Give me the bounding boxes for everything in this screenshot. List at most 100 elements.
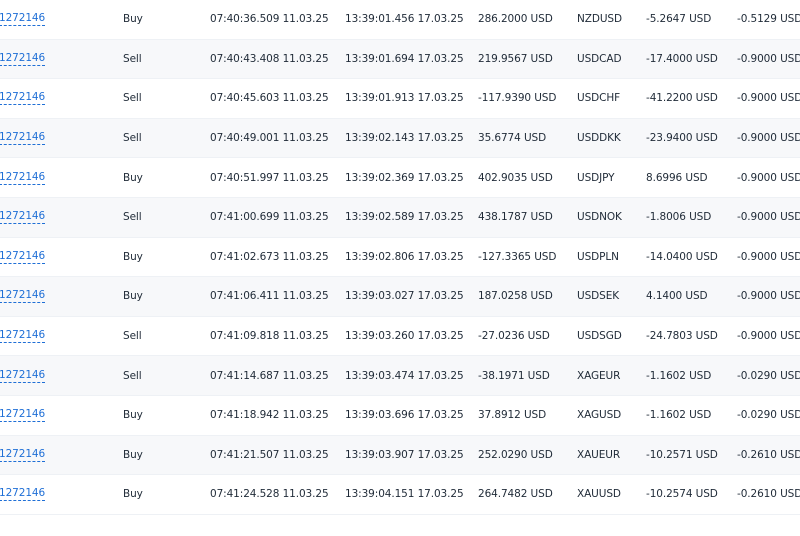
table-row: 1272146 Buy 07:40:36.509 11.03.25 13:39:… — [0, 0, 800, 40]
close-time-cell: 13:39:03.474 17.03.25 — [345, 369, 464, 382]
position-id-cell: 1272146 — [0, 475, 45, 514]
swap-cell: -41.2200 USD — [646, 92, 718, 105]
symbol-cell: XAUUSD — [577, 488, 621, 501]
open-time-cell: 07:41:02.673 11.03.25 — [210, 250, 329, 263]
commission-cell: -0.2610 USD — [737, 448, 800, 461]
close-time-cell: 13:39:03.027 17.03.25 — [345, 290, 464, 303]
trade-type-cell: Buy — [123, 488, 143, 501]
symbol-cell: USDCHF — [577, 92, 621, 105]
trade-type-cell: Sell — [123, 52, 142, 65]
position-id-link[interactable]: 1272146 — [0, 487, 45, 502]
profit-cell: 37.8912 USD — [478, 409, 547, 422]
position-id-cell: 1272146 — [0, 396, 45, 435]
open-time-cell: 07:40:45.603 11.03.25 — [210, 92, 329, 105]
symbol-cell: USDNOK — [577, 211, 622, 224]
trade-type-cell: Sell — [123, 92, 142, 105]
position-id-link[interactable]: 1272146 — [0, 369, 45, 383]
profit-cell: 438.1787 USD — [478, 211, 553, 224]
position-id-link[interactable]: 1272146 — [0, 91, 45, 106]
trade-type-cell: Buy — [123, 409, 143, 422]
profit-cell: 402.9035 USD — [478, 171, 553, 184]
symbol-cell: NZDUSD — [577, 13, 622, 26]
close-time-cell: 13:39:02.589 17.03.25 — [345, 211, 464, 224]
close-time-cell: 13:39:02.143 17.03.25 — [345, 132, 464, 145]
profit-cell: -117.9390 USD — [478, 92, 557, 105]
table-row: 1272146 Buy 07:41:02.673 11.03.25 13:39:… — [0, 238, 800, 278]
symbol-cell: USDJPY — [577, 171, 615, 184]
profit-cell: 219.9567 USD — [478, 52, 553, 65]
close-time-cell: 13:39:02.369 17.03.25 — [345, 171, 464, 184]
position-id-link[interactable]: 1272146 — [0, 329, 45, 344]
swap-cell: -5.2647 USD — [646, 13, 712, 26]
commission-cell: -0.9000 USD — [737, 250, 800, 263]
open-time-cell: 07:41:21.507 11.03.25 — [210, 448, 329, 461]
close-time-cell: 13:39:03.907 17.03.25 — [345, 448, 464, 461]
commission-cell: -0.9000 USD — [737, 92, 800, 105]
table-body: 1272146 Buy 07:40:36.509 11.03.25 13:39:… — [0, 0, 800, 515]
trade-type-cell: Buy — [123, 448, 143, 461]
open-time-cell: 07:40:43.408 11.03.25 — [210, 52, 329, 65]
trade-type-cell: Sell — [123, 211, 142, 224]
open-time-cell: 07:41:06.411 11.03.25 — [210, 290, 329, 303]
table-row: 1272146 Sell 07:40:49.001 11.03.25 13:39… — [0, 118, 800, 159]
table-row: 1272146 Sell 07:41:09.818 11.03.25 13:39… — [0, 317, 800, 357]
trade-type-cell: Buy — [123, 171, 143, 184]
position-id-link[interactable]: 1272146 — [0, 171, 45, 185]
close-time-cell: 13:39:03.696 17.03.25 — [345, 409, 464, 422]
position-id-cell: 1272146 — [0, 238, 45, 277]
trade-type-cell: Sell — [123, 330, 142, 343]
swap-cell: -14.0400 USD — [646, 250, 718, 263]
table-row: 1272146 Sell 07:41:14.687 11.03.25 13:39… — [0, 356, 800, 396]
open-time-cell: 07:41:09.818 11.03.25 — [210, 330, 329, 343]
close-time-cell: 13:39:04.151 17.03.25 — [345, 488, 464, 501]
commission-cell: -0.9000 USD — [737, 171, 800, 184]
symbol-cell: XAGUSD — [577, 409, 622, 422]
commission-cell: -0.0290 USD — [737, 409, 800, 422]
profit-cell: -38.1971 USD — [478, 369, 550, 382]
swap-cell: -17.4000 USD — [646, 52, 718, 65]
profit-cell: 187.0258 USD — [478, 290, 553, 303]
symbol-cell: XAUEUR — [577, 448, 621, 461]
position-id-cell: 1272146 — [0, 277, 45, 316]
swap-cell: -1.8006 USD — [646, 211, 712, 224]
position-id-link[interactable]: 1272146 — [0, 289, 45, 304]
position-id-link[interactable]: 1272146 — [0, 131, 45, 146]
position-id-link[interactable]: 1272146 — [0, 52, 45, 66]
commission-cell: -0.2610 USD — [737, 488, 800, 501]
table-row: 1272146 Sell 07:41:00.699 11.03.25 13:39… — [0, 197, 800, 238]
swap-cell: 8.6996 USD — [646, 171, 708, 184]
position-id-link[interactable]: 1272146 — [0, 250, 45, 264]
swap-cell: -1.1602 USD — [646, 409, 712, 422]
table-row: 1272146 Buy 07:41:21.507 11.03.25 13:39:… — [0, 435, 800, 476]
open-time-cell: 07:41:18.942 11.03.25 — [210, 409, 329, 422]
position-id-link[interactable]: 1272146 — [0, 210, 45, 225]
commission-cell: -0.9000 USD — [737, 132, 800, 145]
position-id-cell: 1272146 — [0, 436, 45, 475]
position-id-cell: 1272146 — [0, 40, 45, 79]
trade-type-cell: Buy — [123, 13, 143, 26]
symbol-cell: USDPLN — [577, 250, 619, 263]
swap-cell: 4.1400 USD — [646, 290, 708, 303]
swap-cell: -24.7803 USD — [646, 330, 718, 343]
symbol-cell: USDSEK — [577, 290, 620, 303]
commission-cell: -0.0290 USD — [737, 369, 800, 382]
table-row: 1272146 Buy 07:41:06.411 11.03.25 13:39:… — [0, 277, 800, 317]
close-time-cell: 13:39:01.456 17.03.25 — [345, 13, 464, 26]
position-id-cell: 1272146 — [0, 158, 45, 197]
profit-cell: 286.2000 USD — [478, 13, 553, 26]
position-id-link[interactable]: 1272146 — [0, 408, 45, 423]
close-time-cell: 13:39:01.913 17.03.25 — [345, 92, 464, 105]
table-row: 1272146 Buy 07:40:51.997 11.03.25 13:39:… — [0, 158, 800, 198]
swap-cell: -1.1602 USD — [646, 369, 712, 382]
position-id-link[interactable]: 1272146 — [0, 448, 45, 462]
open-time-cell: 07:41:00.699 11.03.25 — [210, 211, 329, 224]
commission-cell: -0.9000 USD — [737, 211, 800, 224]
position-id-cell: 1272146 — [0, 119, 45, 158]
position-id-cell: 1272146 — [0, 198, 45, 237]
position-id-link[interactable]: 1272146 — [0, 12, 45, 27]
close-time-cell: 13:39:03.260 17.03.25 — [345, 330, 464, 343]
open-time-cell: 07:40:36.509 11.03.25 — [210, 13, 329, 26]
table-row: 1272146 Sell 07:40:45.603 11.03.25 13:39… — [0, 79, 800, 119]
trade-type-cell: Sell — [123, 132, 142, 145]
open-time-cell: 07:41:24.528 11.03.25 — [210, 488, 329, 501]
